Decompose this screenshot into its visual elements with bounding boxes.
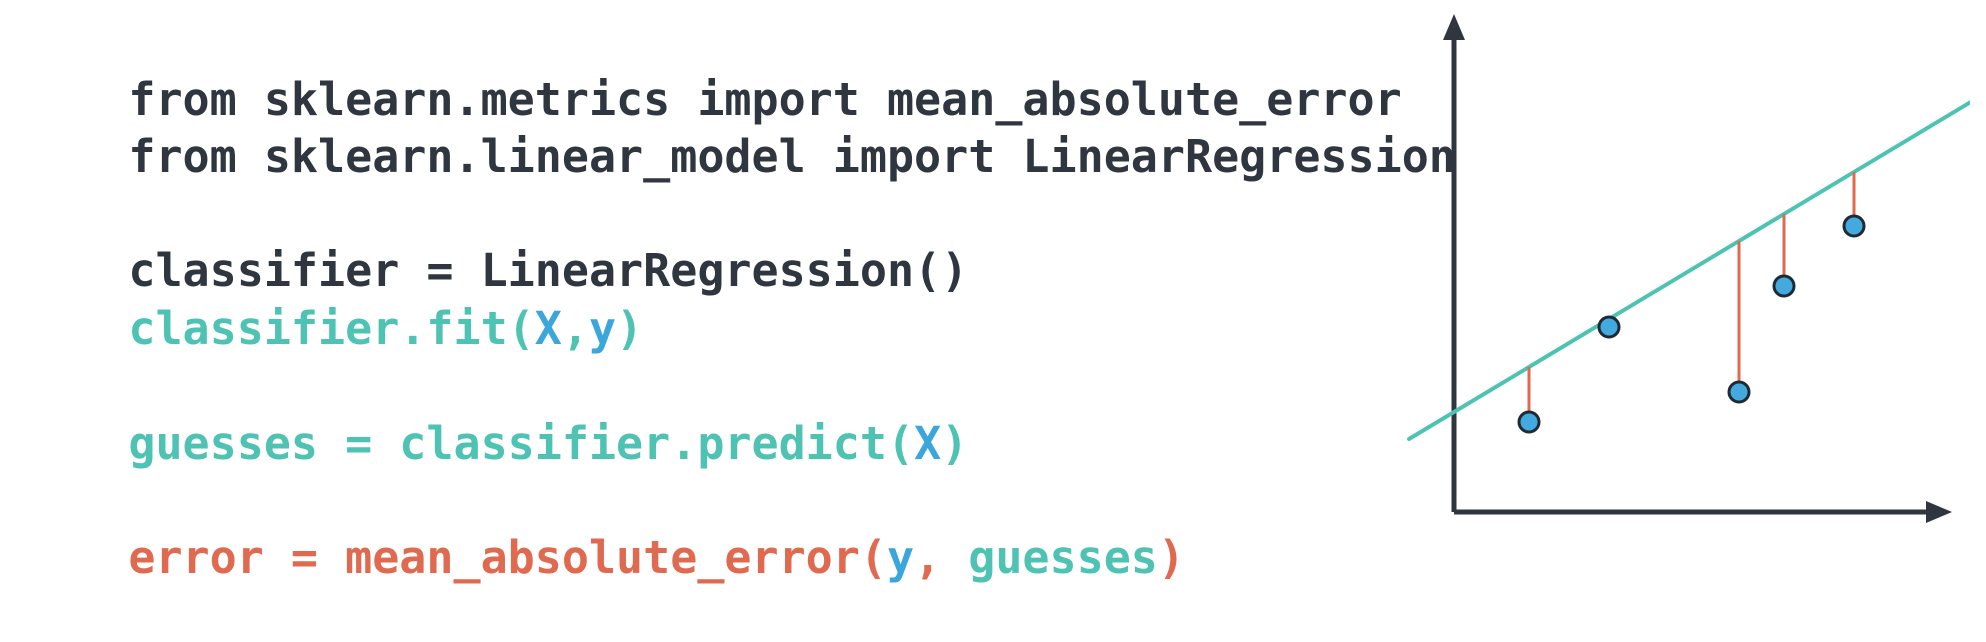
data-point <box>1727 380 1751 404</box>
code-paren: ) <box>1157 531 1185 584</box>
code-paren: ) <box>941 417 969 470</box>
regression-line <box>1407 100 1970 441</box>
code-comma: , <box>561 302 589 355</box>
code-block: from sklearn.metrics import mean_absolut… <box>20 0 1456 584</box>
code-line-fit: classifier.fit(X,y) <box>20 245 643 355</box>
code-arg-x: X <box>534 302 562 355</box>
code-line-import-linear-model: from sklearn.linear_model import LinearR… <box>20 73 1456 183</box>
y-axis-arrow-icon <box>1443 14 1465 40</box>
code-error-call: error = mean_absolute_error( <box>128 531 887 584</box>
code-paren: ) <box>616 302 644 355</box>
code-fit-call: classifier.fit( <box>128 302 535 355</box>
code-line-import-metrics: from sklearn.metrics import mean_absolut… <box>20 16 1401 126</box>
data-point <box>1842 214 1866 238</box>
code-line-create-classifier: classifier = LinearRegression() <box>20 187 968 297</box>
code-arg-guesses: guesses <box>968 531 1158 584</box>
regression-diagram <box>1407 14 1970 523</box>
data-point <box>1597 315 1621 339</box>
code-line-error: error = mean_absolute_error(y, guesses) <box>20 474 1185 584</box>
code-comma: , <box>914 531 969 584</box>
code-text: from sklearn.linear_model import LinearR… <box>128 130 1456 183</box>
data-point <box>1772 274 1796 298</box>
code-arg-y: y <box>886 531 915 584</box>
data-point <box>1517 410 1541 434</box>
code-line-predict: guesses = classifier.predict(X) <box>20 360 968 470</box>
code-predict-call: guesses = classifier.predict( <box>128 417 915 470</box>
data-points <box>1517 214 1866 434</box>
code-arg-y: y <box>588 302 617 355</box>
residual-lines <box>1527 172 1856 422</box>
x-axis-arrow-icon <box>1926 501 1952 523</box>
code-arg-x: X <box>914 417 942 470</box>
